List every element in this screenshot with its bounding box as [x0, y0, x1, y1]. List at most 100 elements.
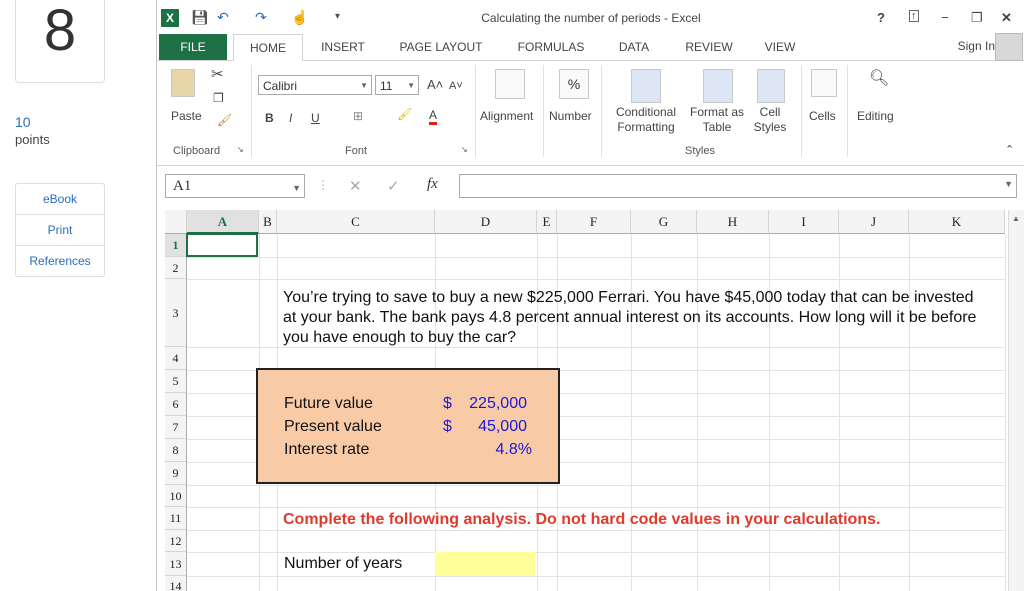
insert-function-button[interactable]: fx: [427, 176, 438, 193]
row-header-3[interactable]: 3: [165, 279, 187, 347]
column-header-a[interactable]: A: [187, 210, 259, 234]
editing-button[interactable]: Editing: [857, 109, 894, 124]
enter-icon[interactable]: ✓: [387, 177, 400, 195]
gridline: [187, 257, 1005, 258]
row-header-6[interactable]: 6: [165, 393, 187, 416]
row-header-2[interactable]: 2: [165, 257, 187, 279]
row-header-5[interactable]: 5: [165, 370, 187, 393]
name-box[interactable]: A1 ▼: [165, 174, 305, 198]
font-color-icon[interactable]: A: [429, 109, 438, 125]
row-header-1[interactable]: 1: [165, 234, 187, 257]
number-of-years-answer-cell[interactable]: [435, 552, 535, 576]
name-box-value: A1: [173, 178, 192, 194]
column-header-j[interactable]: J: [839, 210, 909, 234]
ribbon-tabs: FILE HOME INSERT PAGE LAYOUT FORMULAS DA…: [157, 33, 1024, 62]
present-value-label: Present value: [284, 418, 382, 435]
clipboard-launcher-icon[interactable]: ↘: [237, 145, 244, 154]
tab-insert[interactable]: INSERT: [313, 34, 373, 60]
question-number-box: 8: [15, 0, 105, 83]
number-button[interactable]: Number: [549, 109, 592, 124]
expand-formula-icon[interactable]: ▼: [1004, 179, 1013, 189]
formula-bar: A1 ▼ ⋮ ✕ ✓ fx ▼: [157, 172, 1024, 200]
future-value-cell[interactable]: 225,000: [457, 395, 527, 413]
tab-review[interactable]: REVIEW: [679, 34, 739, 60]
decrease-font-icon[interactable]: A˅: [449, 79, 463, 94]
close-icon[interactable]: ✕: [1001, 10, 1012, 26]
group-separator: [475, 65, 476, 157]
column-header-h[interactable]: H: [697, 210, 769, 234]
italic-button[interactable]: I: [289, 111, 292, 126]
increase-font-icon[interactable]: A˄: [427, 77, 443, 92]
format-painter-icon[interactable]: 🖌︎: [217, 113, 232, 128]
paste-icon[interactable]: [171, 69, 195, 97]
alignment-button[interactable]: Alignment: [480, 109, 533, 124]
row-header-4[interactable]: 4: [165, 347, 187, 370]
row-header-13[interactable]: 13: [165, 552, 187, 576]
column-header-c[interactable]: C: [277, 210, 435, 234]
select-all-corner[interactable]: [165, 210, 187, 234]
fill-color-icon[interactable]: 🖌︎: [397, 107, 412, 122]
collapse-ribbon-icon[interactable]: ⌃: [1005, 143, 1014, 158]
row-header-8[interactable]: 8: [165, 439, 187, 462]
row-header-7[interactable]: 7: [165, 416, 187, 439]
percent-icon[interactable]: %: [559, 69, 589, 99]
cell-styles-button[interactable]: Cell Styles: [747, 105, 793, 135]
bold-button[interactable]: B: [265, 111, 274, 126]
references-button[interactable]: References: [16, 246, 104, 276]
font-launcher-icon[interactable]: ↘: [461, 145, 468, 154]
present-value-cell[interactable]: 45,000: [457, 418, 527, 436]
ribbon-display-icon[interactable]: ↑: [909, 10, 919, 22]
column-header-f[interactable]: F: [557, 210, 631, 234]
conditional-formatting-icon[interactable]: [631, 69, 661, 103]
tab-data[interactable]: DATA: [609, 34, 659, 60]
column-header-i[interactable]: I: [769, 210, 839, 234]
row-header-12[interactable]: 12: [165, 530, 187, 552]
tab-formulas[interactable]: FORMULAS: [511, 34, 591, 60]
conditional-formatting-button[interactable]: Conditional Formatting: [611, 105, 681, 135]
help-icon[interactable]: ?: [877, 10, 885, 25]
avatar[interactable]: [995, 33, 1023, 61]
paste-button[interactable]: Paste: [171, 109, 202, 124]
tab-file[interactable]: FILE: [159, 34, 227, 60]
interest-rate-cell[interactable]: 4.8%: [457, 441, 532, 459]
column-header-g[interactable]: G: [631, 210, 697, 234]
tab-page-layout[interactable]: PAGE LAYOUT: [393, 34, 489, 60]
instruction-text: Complete the following analysis. Do not …: [283, 511, 881, 528]
restore-icon[interactable]: ❐: [971, 10, 983, 26]
font-size-select[interactable]: 11 ▼: [375, 75, 419, 95]
minimize-icon[interactable]: −: [941, 10, 949, 25]
column-header-k[interactable]: K: [909, 210, 1005, 234]
format-as-table-button[interactable]: Format as Table: [687, 105, 747, 135]
borders-icon[interactable]: ⊞: [353, 109, 363, 124]
font-group-label: Font: [345, 145, 368, 157]
vertical-scrollbar[interactable]: ▲: [1008, 210, 1024, 591]
selected-cell-a1[interactable]: [186, 233, 258, 257]
cancel-icon[interactable]: ✕: [349, 177, 362, 195]
underline-button[interactable]: U: [311, 111, 320, 126]
row-header-11[interactable]: 11: [165, 507, 187, 530]
ebook-button[interactable]: eBook: [16, 184, 104, 215]
row-header-14[interactable]: 14: [165, 576, 187, 591]
row-header-9[interactable]: 9: [165, 462, 187, 485]
cells-button[interactable]: Cells: [809, 109, 836, 124]
formula-input[interactable]: ▼: [459, 174, 1017, 198]
cut-icon[interactable]: ✂: [211, 67, 224, 82]
tab-view[interactable]: VIEW: [757, 34, 803, 60]
column-header-b[interactable]: B: [259, 210, 277, 234]
row-header-10[interactable]: 10: [165, 485, 187, 507]
column-header-d[interactable]: D: [435, 210, 537, 234]
font-name-select[interactable]: Calibri ▼: [258, 75, 372, 95]
print-button[interactable]: Print: [16, 215, 104, 246]
cells-icon[interactable]: [811, 69, 837, 97]
alignment-icon[interactable]: [495, 69, 525, 99]
scroll-up-icon[interactable]: ▲: [1012, 214, 1020, 223]
present-value-currency: $: [443, 418, 452, 435]
tab-home[interactable]: HOME: [233, 34, 303, 62]
format-as-table-icon[interactable]: [703, 69, 733, 103]
sign-in-link[interactable]: Sign In: [958, 39, 995, 53]
points-label: points: [15, 132, 50, 147]
copy-icon[interactable]: ❐: [213, 91, 224, 106]
binoculars-icon[interactable]: 🔍︎: [869, 71, 889, 87]
column-header-e[interactable]: E: [537, 210, 557, 234]
cell-styles-icon[interactable]: [757, 69, 785, 103]
